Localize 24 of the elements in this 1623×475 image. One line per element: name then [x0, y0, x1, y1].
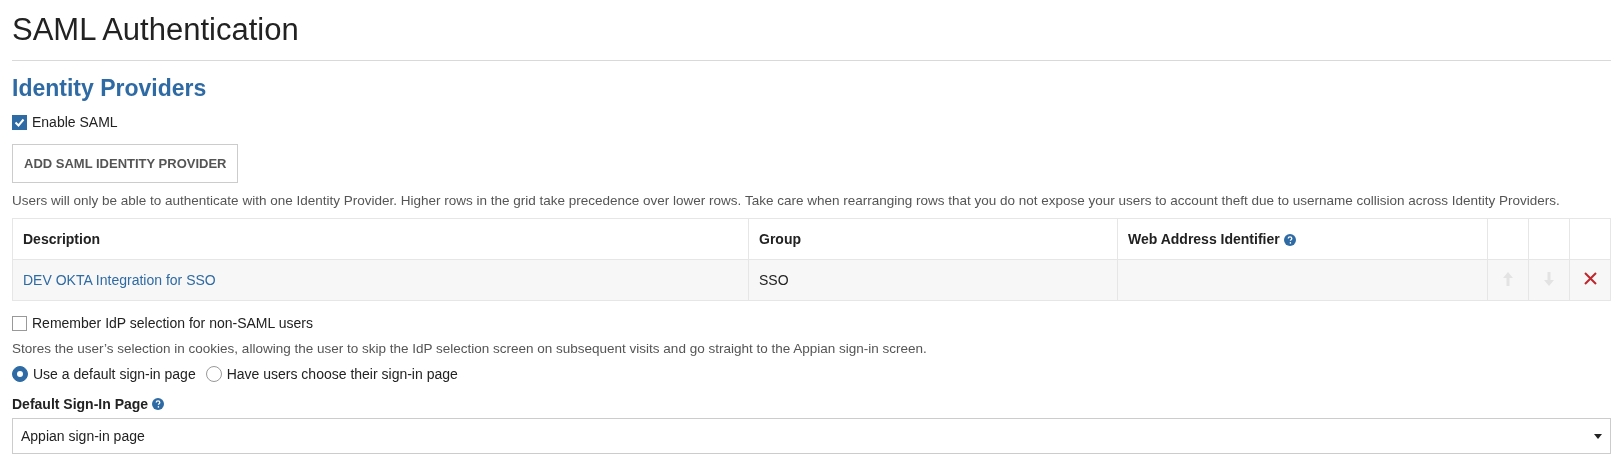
instructions-text: Users will only be able to authenticate with one Identity Provider. Higher rows in the grid take precedence over lower rows. Take care when rearranging rows that you do not expose your users to account theft due to username collision across Identity Providers.	[12, 193, 1561, 208]
column-header: Web Address Identifier	[1117, 218, 1488, 260]
help-icon[interactable]	[1283, 234, 1296, 247]
provider-link[interactable]: DEV OKTA Integration for SSO	[23, 272, 216, 288]
sign-in-page-dropdown[interactable]: Appian sign-in page	[12, 418, 1611, 454]
radio-button[interactable]	[205, 366, 222, 382]
field-label: Default Sign-In Page	[12, 396, 149, 412]
column-header: Description	[12, 218, 749, 260]
radio-button[interactable]	[12, 366, 28, 382]
delete-icon[interactable]	[1583, 272, 1597, 285]
radio-label: Have users choose their sign-in page	[226, 366, 458, 382]
remember-note: Stores the user’s selection in cookies, allowing the user to skip the IdP selection screen on subsequent visits and go straight to the Appian sign-in screen.	[12, 341, 928, 356]
add-provider-button[interactable]: ADD SAML IDENTITY PROVIDER	[12, 144, 239, 183]
table-cell: SSO	[748, 259, 1118, 301]
section-title: Identity Providers	[12, 75, 208, 102]
checkbox[interactable]	[12, 114, 27, 130]
radio-label: Use a default sign-in page	[33, 366, 196, 382]
checkbox-label: Remember IdP selection for non-SAML users	[32, 315, 313, 331]
checkbox-label: Enable SAML	[32, 114, 118, 130]
caret-icon	[1594, 433, 1602, 439]
help-icon[interactable]	[152, 398, 165, 410]
page-title: SAML Authentication	[12, 0, 1611, 61]
column-header: Group	[748, 218, 1118, 260]
checkbox[interactable]	[12, 315, 27, 331]
